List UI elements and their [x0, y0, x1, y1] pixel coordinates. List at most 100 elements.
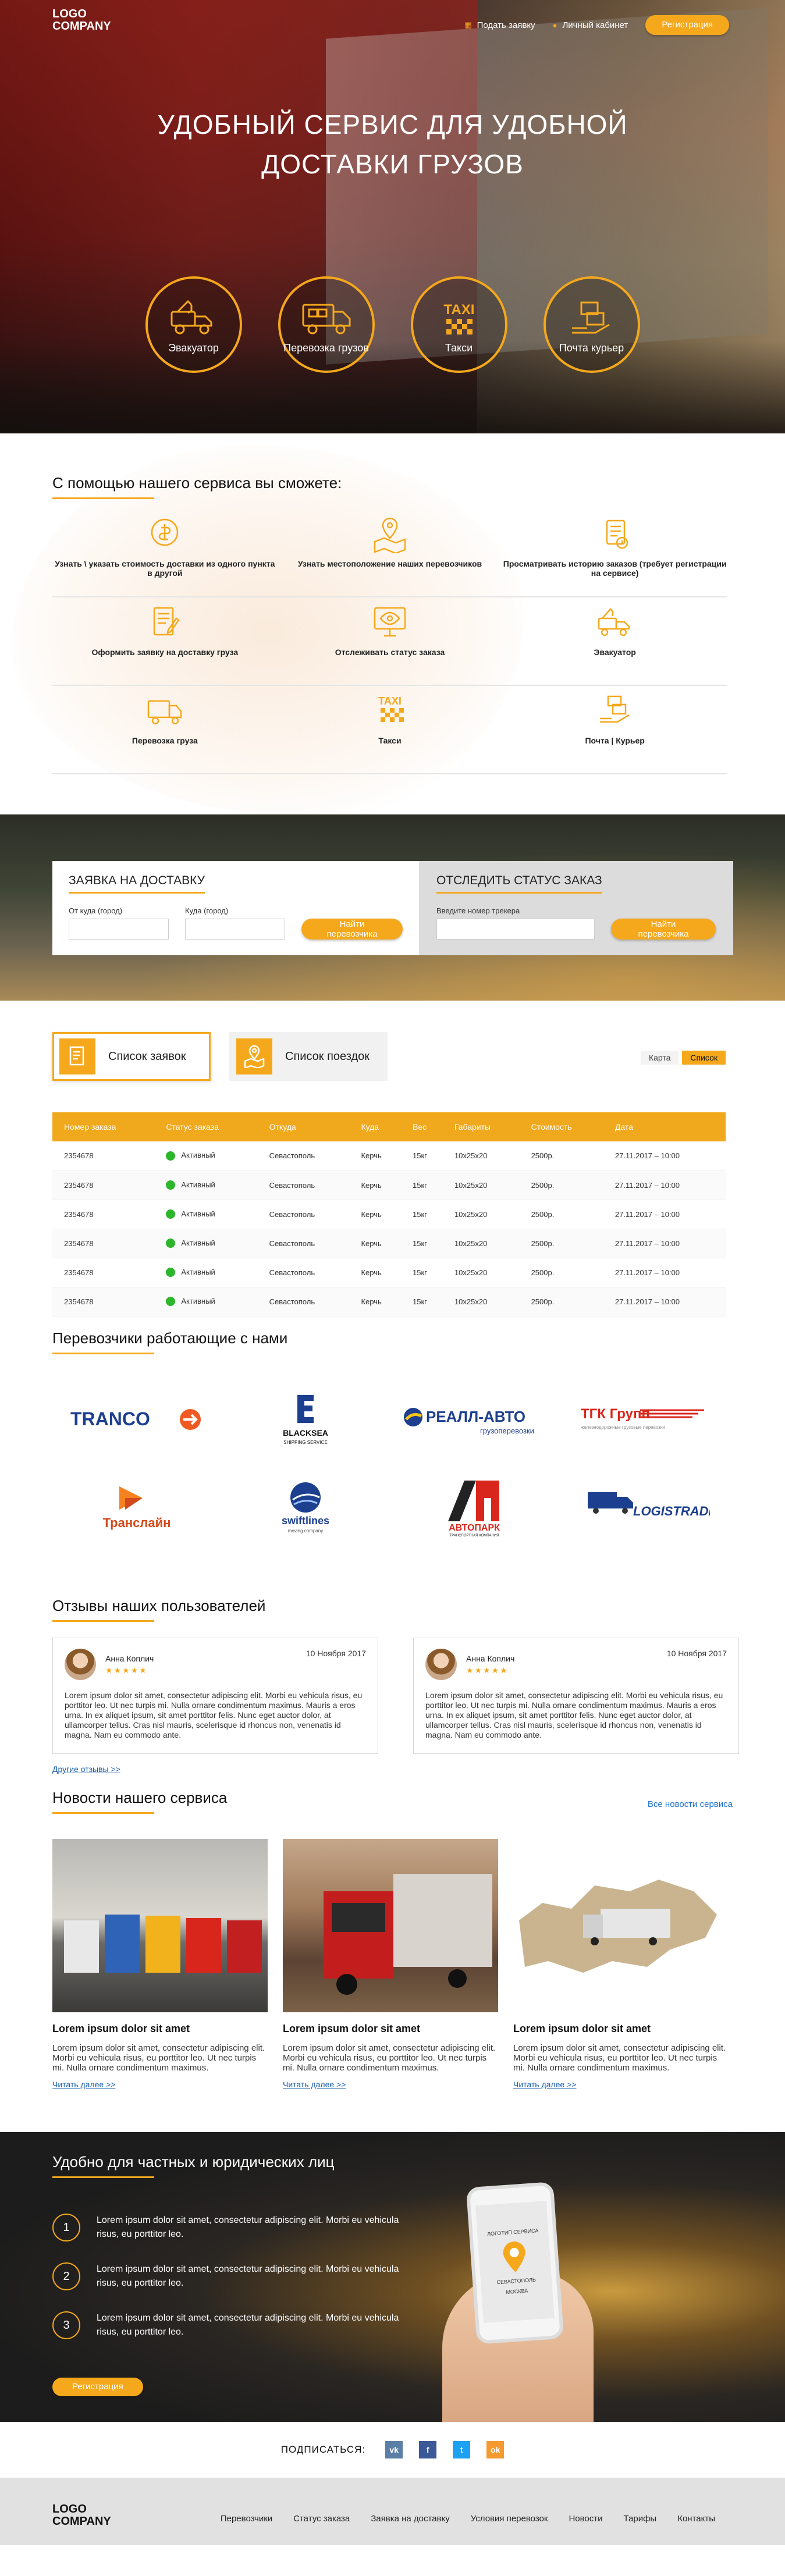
- taxi-icon: TAXI: [443, 302, 474, 335]
- feature-label: Оформить заявку на доставку груза: [91, 647, 239, 657]
- status-active-icon: [166, 1209, 176, 1219]
- footer-link-terms[interactable]: Условия перевозок: [471, 2514, 548, 2524]
- table-row[interactable]: 2354678 Активный Севастополь Керчь 15кг 10х25…: [52, 1258, 726, 1287]
- column-header[interactable]: Откуда: [257, 1112, 350, 1141]
- facebook-icon[interactable]: f: [419, 2441, 437, 2458]
- news-card: Lorem ipsum dolor sit amet Lorem ipsum d…: [513, 1839, 729, 2089]
- column-header[interactable]: Куда: [349, 1112, 402, 1141]
- cell-value: 27.11.2017 – 10:00: [614, 1151, 680, 1161]
- twitter-icon[interactable]: t: [453, 2441, 471, 2458]
- read-more-link[interactable]: Читать далее >>: [513, 2080, 729, 2089]
- hero-title-line-2: ДОСТАВКИ ГРУЗОВ: [261, 149, 524, 179]
- track-find-button[interactable]: Найти перевозчика: [611, 919, 716, 940]
- submit-request-link[interactable]: ▦ Подать заявку: [464, 20, 535, 30]
- service-courier[interactable]: Почта курьер: [543, 276, 640, 373]
- reviewer-name: Анна Коплич: [466, 1653, 515, 1663]
- benefits-title: Удобно для частных и юридических лиц: [52, 2153, 335, 2178]
- service-label: Почта курьер: [559, 342, 624, 354]
- odnoklassniki-icon[interactable]: ok: [486, 2441, 505, 2458]
- news-image-trucks-parked[interactable]: [52, 1839, 268, 2012]
- table-row[interactable]: 2354678 Активный Севастополь Керчь 15кг 10х25…: [52, 1170, 726, 1200]
- register-button[interactable]: Регистрация: [645, 15, 729, 35]
- service-cargo[interactable]: Перевозка грузов: [278, 276, 375, 373]
- news-title-text[interactable]: Lorem ipsum dolor sit amet: [513, 2023, 729, 2035]
- find-carrier-button[interactable]: Найти перевозчика: [301, 919, 403, 940]
- news-title-text[interactable]: Lorem ipsum dolor sit amet: [283, 2023, 498, 2035]
- table-cell: 2500р.: [519, 1287, 603, 1317]
- read-more-link[interactable]: Читать далее >>: [283, 2080, 498, 2089]
- phone-illustration: ЛОГОТИП СЕРВИСА СЕВАСТОПОЛЬ МОСКВА: [466, 2182, 564, 2344]
- status-active-icon: [166, 1297, 176, 1307]
- register-button-bottom[interactable]: Регистрация: [52, 2378, 143, 2396]
- all-news-link[interactable]: Все новости сервиса: [648, 1799, 733, 1809]
- feature-item: Почта | Курьер: [502, 686, 727, 773]
- news-list: Lorem ipsum dolor sit amet Lorem ipsum d…: [52, 1839, 729, 2089]
- table-row[interactable]: 2354678 Активный Севастополь Керчь 15кг 10х25…: [52, 1141, 726, 1171]
- footer-link-tariffs[interactable]: Тарифы: [624, 2514, 657, 2524]
- view-map-toggle[interactable]: Карта: [640, 1051, 679, 1065]
- table-cell: Активный: [154, 1170, 258, 1200]
- feature-item: Перевозка груза: [52, 686, 278, 773]
- read-more-link[interactable]: Читать далее >>: [52, 2080, 268, 2089]
- table-row[interactable]: 2354678 Активный Севастополь Керчь 15кг 10х25…: [52, 1229, 726, 1258]
- footer-link-contacts[interactable]: Контакты: [677, 2514, 715, 2524]
- news-image-map-trucks[interactable]: [513, 1839, 729, 2012]
- document-icon: [59, 1038, 95, 1074]
- carrier-logo-tgk[interactable]: ТГК Групп железнодорожные грузовые перев…: [559, 1387, 727, 1451]
- monitor-eye-icon: [374, 607, 406, 637]
- table-row[interactable]: 2354678 Активный Севастополь Керчь 15кг 10х25…: [52, 1287, 726, 1317]
- column-header[interactable]: Статус заказа: [154, 1112, 258, 1141]
- cell-value: 10х25х20: [454, 1151, 488, 1161]
- table-cell: 10х25х20: [442, 1258, 520, 1287]
- carrier-logo-swiftlines[interactable]: swiftlines moving company: [221, 1475, 390, 1539]
- carrier-logo-blacksea[interactable]: BLACKSEA SHIPPING SERVICE: [221, 1387, 390, 1451]
- logo[interactable]: LOGO COMPANY: [52, 8, 111, 33]
- news-image-red-truck[interactable]: [283, 1839, 498, 2012]
- track-order-title: ОТСЛЕДИТЬ СТАТУС ЗАКАЗ: [436, 874, 602, 894]
- cell-value: Севастополь: [269, 1209, 315, 1219]
- svg-text:SHIPPING SERVICE: SHIPPING SERVICE: [283, 1440, 327, 1445]
- feature-item: Узнать \ указать стоимость доставки из о…: [52, 509, 278, 596]
- order-form-box: ЗАЯВКА НА ДОСТАВКУ От куда (город) Куда …: [52, 861, 733, 955]
- to-label: Куда (город): [185, 906, 229, 915]
- footer-link-news[interactable]: Новости: [569, 2514, 602, 2524]
- column-header[interactable]: Вес: [401, 1112, 443, 1141]
- column-header[interactable]: Номер заказа: [52, 1112, 155, 1141]
- view-list-toggle[interactable]: Список: [682, 1051, 726, 1065]
- carrier-logo-reall-avto[interactable]: РЕАЛЛ-АВТО грузоперевозки: [390, 1387, 559, 1451]
- footer-link-carriers[interactable]: Перевозчики: [221, 2514, 272, 2524]
- cell-value: 2354678: [64, 1268, 94, 1277]
- carrier-logo-transline[interactable]: Транслайн: [52, 1475, 221, 1539]
- to-city-input[interactable]: [185, 919, 285, 940]
- column-header[interactable]: Габариты: [442, 1112, 520, 1141]
- footer-link-delivery-request[interactable]: Заявка на доставку: [371, 2514, 450, 2524]
- feature-label: Такси: [378, 736, 402, 745]
- carrier-logo-tranco[interactable]: TRANCO: [52, 1387, 221, 1451]
- account-link[interactable]: ● Личный кабинет: [553, 20, 628, 30]
- column-header[interactable]: Стоимость: [519, 1112, 603, 1141]
- table-cell: 2354678: [52, 1229, 155, 1258]
- from-city-input[interactable]: [69, 919, 169, 940]
- news-text: Lorem ipsum dolor sit amet, consectetur …: [513, 2043, 726, 2073]
- tracker-input[interactable]: [436, 919, 595, 940]
- service-taxi[interactable]: TAXI Такси: [410, 276, 507, 373]
- table-cell: 10х25х20: [442, 1141, 520, 1171]
- logo-line-1: LOGO: [52, 8, 87, 20]
- footer-link-order-status[interactable]: Статус заказа: [293, 2514, 350, 2524]
- table-row[interactable]: 2354678 Активный Севастополь Керчь 15кг 10х25…: [52, 1200, 726, 1229]
- feature-item: Оформить заявку на доставку груза: [52, 597, 278, 685]
- more-reviews-link[interactable]: Другие отзывы >>: [52, 1764, 120, 1774]
- carrier-logo-avtopark[interactable]: АВТОПАРК ТРАНСПОРТНАЯ КОМПАНИЯ: [390, 1475, 559, 1539]
- news-title-text[interactable]: Lorem ipsum dolor sit amet: [52, 2023, 268, 2035]
- vk-icon[interactable]: vk: [385, 2441, 403, 2458]
- feature-label: Узнать \ указать стоимость доставки из о…: [55, 559, 275, 578]
- carrier-logo-logistrade[interactable]: LOGISTRADE: [559, 1475, 727, 1539]
- cell-value: 2354678: [64, 1209, 94, 1219]
- tab-requests[interactable]: Список заявок: [52, 1032, 211, 1081]
- column-header[interactable]: Дата: [603, 1112, 726, 1141]
- cell-value: Активный: [181, 1267, 215, 1276]
- tab-trips[interactable]: Список поездок: [229, 1032, 388, 1081]
- service-tow-truck[interactable]: Эвакуатор: [145, 276, 242, 373]
- footer-logo[interactable]: LOGO COMPANY: [52, 2503, 111, 2528]
- phone-city-2: МОСКВА: [506, 2287, 528, 2296]
